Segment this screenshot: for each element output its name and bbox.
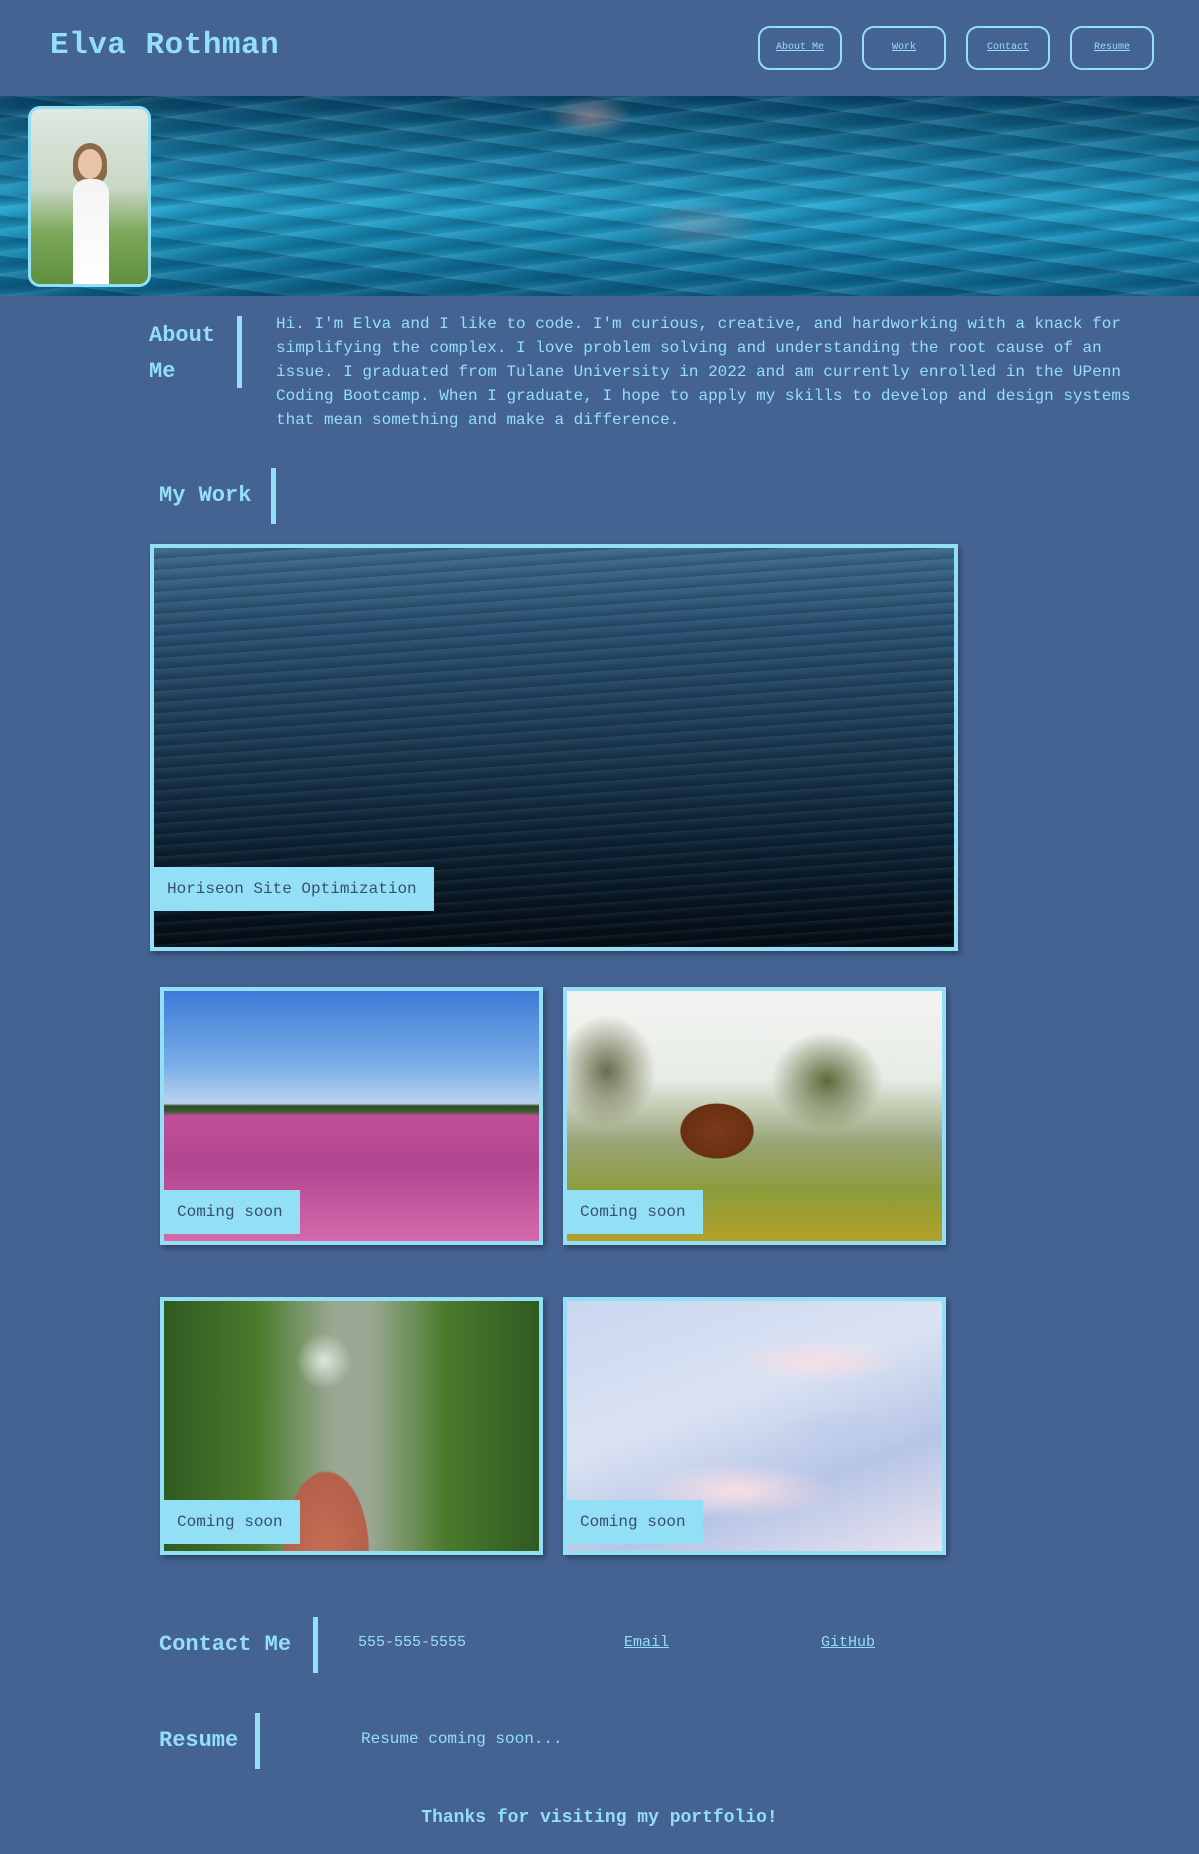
nav-work-button[interactable]: Work [862, 26, 946, 70]
resume-heading: Resume [159, 1728, 239, 1753]
nav-about-me-button[interactable]: About Me [758, 26, 842, 70]
project-card-2[interactable]: Coming soon [563, 987, 946, 1245]
nav-contact-button[interactable]: Contact [966, 26, 1050, 70]
contact-github-link[interactable]: GitHub [821, 1634, 875, 1651]
project-label-3[interactable]: Coming soon [164, 1500, 300, 1544]
profile-photo-dress [73, 179, 109, 284]
nav-resume-button[interactable]: Resume [1070, 26, 1154, 70]
contact-divider [313, 1617, 318, 1673]
featured-project-label[interactable]: Horiseon Site Optimization [154, 867, 434, 911]
resume-text: Resume coming soon... [361, 1730, 563, 1748]
project-label-1[interactable]: Coming soon [164, 1190, 300, 1234]
site-header: Elva Rothman About Me Work Contact Resum… [0, 0, 1199, 96]
about-heading: About Me [149, 323, 216, 384]
project-label-2[interactable]: Coming soon [567, 1190, 703, 1234]
project-card-3[interactable]: Coming soon [160, 1297, 543, 1555]
resume-divider [255, 1713, 260, 1769]
work-divider [271, 468, 276, 524]
about-text: Hi. I'm Elva and I like to code. I'm cur… [276, 315, 1131, 429]
profile-photo [28, 106, 151, 287]
project-label-4[interactable]: Coming soon [567, 1500, 703, 1544]
about-divider [237, 316, 242, 388]
hero-banner-image [0, 96, 1199, 296]
contact-email-link[interactable]: Email [624, 1634, 669, 1651]
site-title: Elva Rothman [50, 28, 280, 63]
contact-heading: Contact Me [159, 1632, 292, 1657]
footer-text: Thanks for visiting my portfolio! [421, 1808, 778, 1828]
work-heading: My Work [159, 483, 252, 508]
project-card-4[interactable]: Coming soon [563, 1297, 946, 1555]
contact-phone: 555-555-5555 [358, 1634, 467, 1651]
project-card-1[interactable]: Coming soon [160, 987, 543, 1245]
featured-project-card[interactable]: Horiseon Site Optimization [150, 544, 958, 951]
profile-photo-head [78, 149, 102, 179]
